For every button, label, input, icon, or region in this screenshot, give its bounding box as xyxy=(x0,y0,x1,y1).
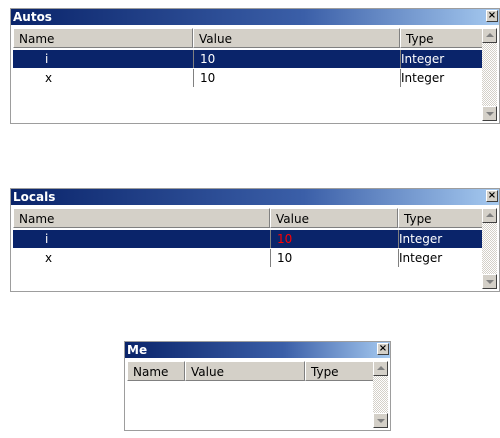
scroll-up-icon[interactable] xyxy=(373,361,388,376)
me-window: Me × Name Value Type xyxy=(124,341,391,431)
autos-list: Name Value Type i 10 Integer x 10 Intege… xyxy=(13,28,482,121)
column-header-name[interactable]: Name xyxy=(13,28,193,48)
locals-window: Locals × Name Value Type i 10 Integer x … xyxy=(10,188,500,292)
variable-type: Integer xyxy=(401,52,445,66)
close-icon[interactable]: × xyxy=(377,343,389,355)
variable-value[interactable]: 10 xyxy=(272,249,398,267)
variable-name: x xyxy=(45,71,53,85)
locals-title: Locals xyxy=(13,190,56,204)
variable-value-changed[interactable]: 10 xyxy=(272,230,398,248)
variable-name: x xyxy=(45,251,53,265)
column-header-name[interactable]: Name xyxy=(13,208,270,228)
close-icon[interactable]: × xyxy=(486,10,498,22)
locals-vertical-scrollbar[interactable] xyxy=(482,208,497,289)
me-header: Name Value Type xyxy=(127,361,373,381)
table-row[interactable]: i 10 Integer xyxy=(13,230,482,248)
scroll-down-icon[interactable] xyxy=(482,274,497,289)
scroll-up-icon[interactable] xyxy=(482,208,497,223)
autos-title: Autos xyxy=(13,10,52,24)
locals-header: Name Value Type xyxy=(13,208,482,228)
variable-name: i xyxy=(45,232,49,246)
locals-title-bar[interactable]: Locals × xyxy=(11,189,499,205)
me-title-bar[interactable]: Me × xyxy=(125,342,390,358)
autos-window: Autos × Name Value Type i 10 Integer x 1… xyxy=(10,8,500,124)
locals-list: Name Value Type i 10 Integer x 10 Intege… xyxy=(13,208,482,289)
column-header-value[interactable]: Value xyxy=(270,208,398,228)
table-row[interactable]: i 10 Integer xyxy=(13,50,482,68)
scroll-up-icon[interactable] xyxy=(482,28,497,43)
column-header-name[interactable]: Name xyxy=(127,361,185,381)
variable-value[interactable]: 10 xyxy=(195,50,400,68)
scroll-down-icon[interactable] xyxy=(373,413,388,428)
table-row[interactable]: x 10 Integer xyxy=(13,249,482,267)
me-list: Name Value Type xyxy=(127,361,373,428)
close-icon[interactable]: × xyxy=(486,190,498,202)
scroll-down-icon[interactable] xyxy=(482,106,497,121)
column-header-type[interactable]: Type xyxy=(398,208,482,228)
variable-type: Integer xyxy=(399,232,443,246)
me-title: Me xyxy=(127,343,148,357)
autos-vertical-scrollbar[interactable] xyxy=(482,28,497,121)
variable-type: Integer xyxy=(399,251,443,265)
variable-name: i xyxy=(45,52,49,66)
variable-value[interactable]: 10 xyxy=(195,69,400,87)
autos-header: Name Value Type xyxy=(13,28,482,48)
column-header-type[interactable]: Type xyxy=(305,361,373,381)
me-vertical-scrollbar[interactable] xyxy=(373,361,388,428)
table-row[interactable]: x 10 Integer xyxy=(13,69,482,87)
column-header-type[interactable]: Type xyxy=(400,28,482,48)
column-header-value[interactable]: Value xyxy=(185,361,305,381)
autos-title-bar[interactable]: Autos × xyxy=(11,9,499,25)
column-header-value[interactable]: Value xyxy=(193,28,400,48)
variable-type: Integer xyxy=(401,71,445,85)
